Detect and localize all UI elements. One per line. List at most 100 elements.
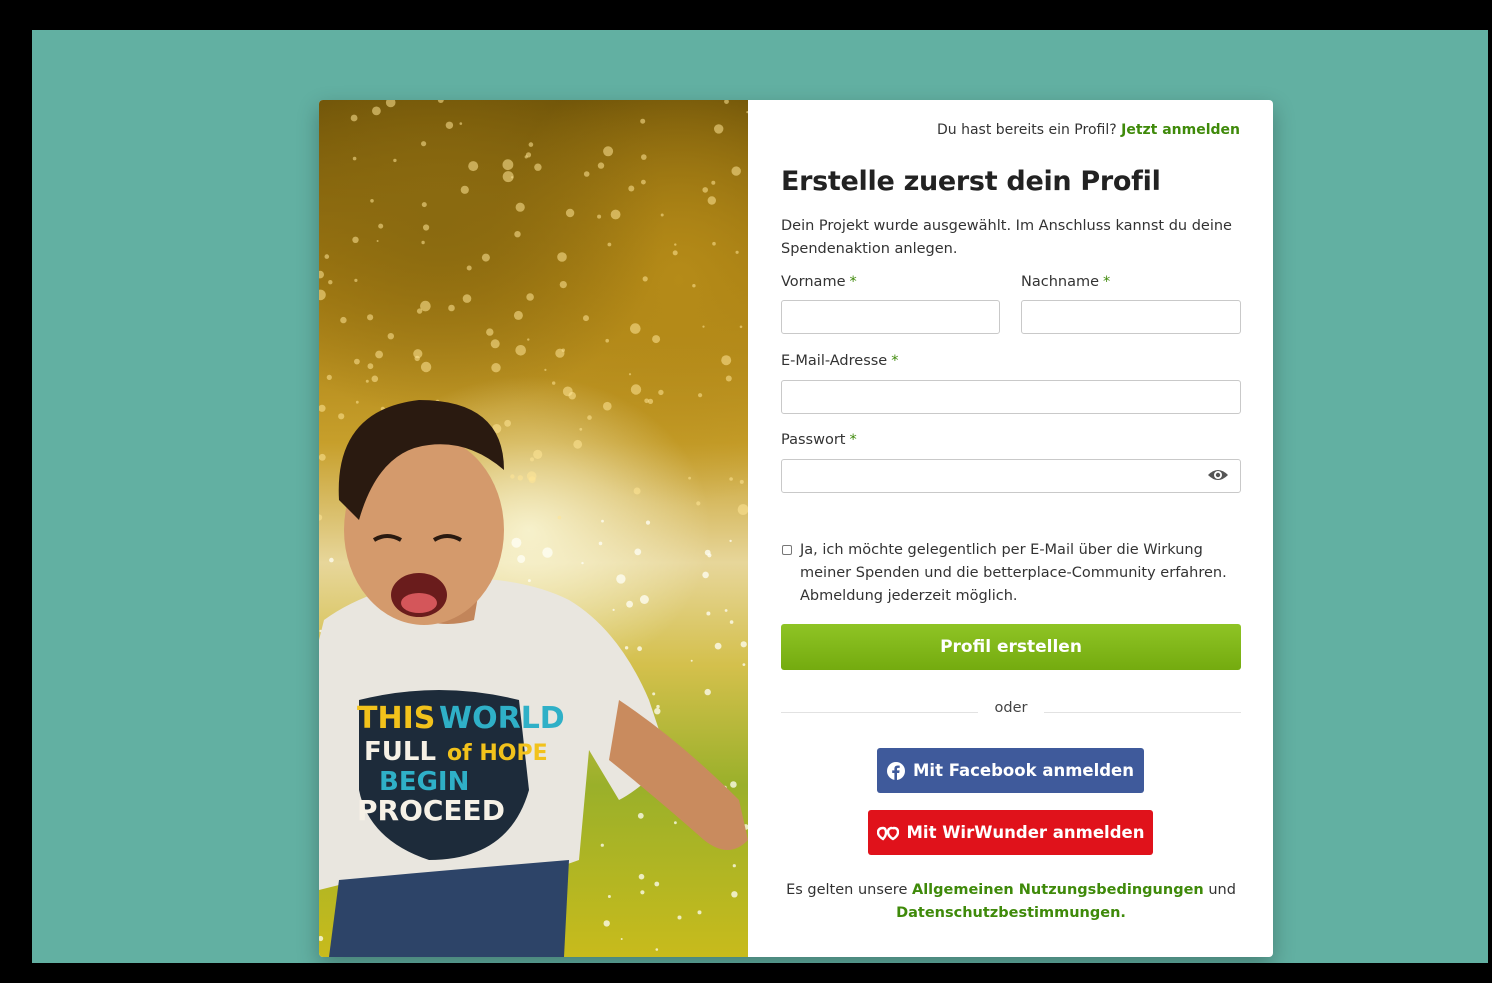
bokeh-droplet xyxy=(724,609,728,612)
newsletter-checkbox[interactable] xyxy=(782,545,792,555)
newsletter-text: Ja, ich möchte gelegentlich per E-Mail ü… xyxy=(800,542,1227,604)
svg-text:WORLD: WORLD xyxy=(439,701,565,736)
bokeh-droplet xyxy=(365,379,369,383)
create-profile-button[interactable]: Profil erstellen xyxy=(781,624,1241,670)
privacy-link[interactable]: Datenschutzbestimmungen. xyxy=(896,905,1126,921)
bokeh-droplet xyxy=(421,141,427,147)
eye-icon[interactable] xyxy=(1207,467,1229,483)
email-field[interactable] xyxy=(781,380,1241,414)
bokeh-droplet xyxy=(740,641,747,648)
bokeh-droplet xyxy=(527,579,531,583)
bokeh-droplet xyxy=(637,812,644,819)
bokeh-droplet xyxy=(581,561,584,565)
last-name-label: Nachname * xyxy=(1021,274,1110,290)
bokeh-droplet xyxy=(654,881,660,887)
svg-text:PROCEED: PROCEED xyxy=(357,794,505,827)
facebook-login-button[interactable]: Mit Facebook anmelden xyxy=(877,748,1144,793)
bokeh-droplet xyxy=(603,920,610,927)
bokeh-droplet xyxy=(739,479,744,484)
password-field[interactable] xyxy=(781,459,1241,493)
bokeh-droplet xyxy=(641,154,647,160)
bokeh-droplet xyxy=(414,355,420,362)
bokeh-droplet xyxy=(634,548,642,556)
bokeh-droplet xyxy=(416,308,423,314)
bokeh-droplet xyxy=(638,873,645,880)
bokeh-droplet xyxy=(329,557,334,563)
bokeh-droplet xyxy=(557,252,567,262)
bokeh-droplet xyxy=(481,253,490,262)
password-label: Passwort * xyxy=(781,432,857,448)
bokeh-droplet xyxy=(737,504,748,515)
bokeh-droplet xyxy=(468,161,479,172)
bokeh-droplet xyxy=(524,155,528,159)
bokeh-droplet xyxy=(573,439,583,449)
login-link[interactable]: Jetzt anmelden xyxy=(1121,122,1240,138)
child-illustration: THIS WORLD FULL of HOPE BEGIN PROCEED xyxy=(319,100,748,957)
password-label-text: Passwort xyxy=(781,432,846,448)
bokeh-droplet xyxy=(319,453,326,461)
bokeh-droplet xyxy=(730,781,737,788)
first-name-label-text: Vorname xyxy=(781,274,846,290)
bokeh-droplet xyxy=(372,106,381,116)
bokeh-droplet xyxy=(610,209,621,220)
wirwunder-login-label: Mit WirWunder anmelden xyxy=(906,823,1145,842)
bokeh-droplet xyxy=(672,250,678,256)
bokeh-droplet xyxy=(597,162,605,169)
hero-photo: THIS WORLD FULL of HOPE BEGIN PROCEED xyxy=(319,100,748,957)
required-marker: * xyxy=(1103,274,1111,290)
bokeh-droplet xyxy=(714,124,724,134)
bokeh-droplet xyxy=(729,539,732,543)
legal-notice: Es gelten unsere Allgemeinen Nutzungsbed… xyxy=(781,879,1241,925)
bokeh-droplet xyxy=(640,890,645,895)
bokeh-droplet xyxy=(607,895,611,898)
bokeh-droplet xyxy=(630,323,641,334)
bokeh-droplet xyxy=(628,185,635,192)
bokeh-droplet xyxy=(459,122,463,125)
bokeh-droplet xyxy=(514,231,521,238)
bokeh-droplet xyxy=(528,476,536,484)
bokeh-droplet xyxy=(462,294,472,303)
bokeh-droplet xyxy=(729,620,734,624)
bokeh-droplet xyxy=(319,270,324,279)
bokeh-droplet xyxy=(552,381,556,385)
bokeh-droplet xyxy=(721,355,732,366)
bokeh-droplet xyxy=(393,158,397,163)
last-name-field[interactable] xyxy=(1021,300,1241,334)
bokeh-droplet xyxy=(326,374,332,380)
bokeh-droplet xyxy=(696,501,701,506)
wirwunder-login-button[interactable]: Mit WirWunder anmelden xyxy=(868,810,1153,855)
bokeh-droplet xyxy=(319,514,323,521)
bokeh-droplet xyxy=(460,185,469,194)
legal-conjunction: und xyxy=(1208,882,1236,898)
bokeh-droplet xyxy=(692,284,696,288)
bokeh-droplet xyxy=(490,339,500,349)
bokeh-droplet xyxy=(702,187,708,193)
bokeh-droplet xyxy=(354,358,360,365)
bokeh-droplet xyxy=(598,541,603,546)
bokeh-droplet xyxy=(517,555,526,563)
required-marker: * xyxy=(849,432,857,448)
legal-prefix: Es gelten unsere xyxy=(786,882,908,898)
email-label: E-Mail-Adresse * xyxy=(781,353,898,369)
bokeh-droplet xyxy=(466,265,472,271)
bokeh-droplet xyxy=(387,333,394,340)
bokeh-droplet xyxy=(378,223,384,229)
last-name-label-text: Nachname xyxy=(1021,274,1100,290)
bokeh-droplet xyxy=(620,938,623,940)
bokeh-droplet xyxy=(731,166,741,176)
bokeh-droplet xyxy=(528,142,534,147)
bokeh-droplet xyxy=(630,384,642,395)
terms-link[interactable]: Allgemeinen Nutzungsbedingungen xyxy=(912,882,1204,898)
bokeh-droplet xyxy=(690,659,693,662)
first-name-field[interactable] xyxy=(781,300,1000,334)
page-background: THIS WORLD FULL of HOPE BEGIN PROCEED Du… xyxy=(32,30,1488,963)
bokeh-droplet xyxy=(445,121,454,129)
bokeh-droplet xyxy=(517,475,523,481)
login-prompt: Du hast bereits ein Profil? Jetzt anmeld… xyxy=(937,122,1240,138)
bokeh-droplet xyxy=(530,457,534,462)
bokeh-droplet xyxy=(350,114,358,122)
bokeh-droplet xyxy=(706,611,711,616)
bokeh-droplet xyxy=(704,688,711,696)
bokeh-droplet xyxy=(352,156,357,161)
bokeh-droplet xyxy=(340,316,347,324)
